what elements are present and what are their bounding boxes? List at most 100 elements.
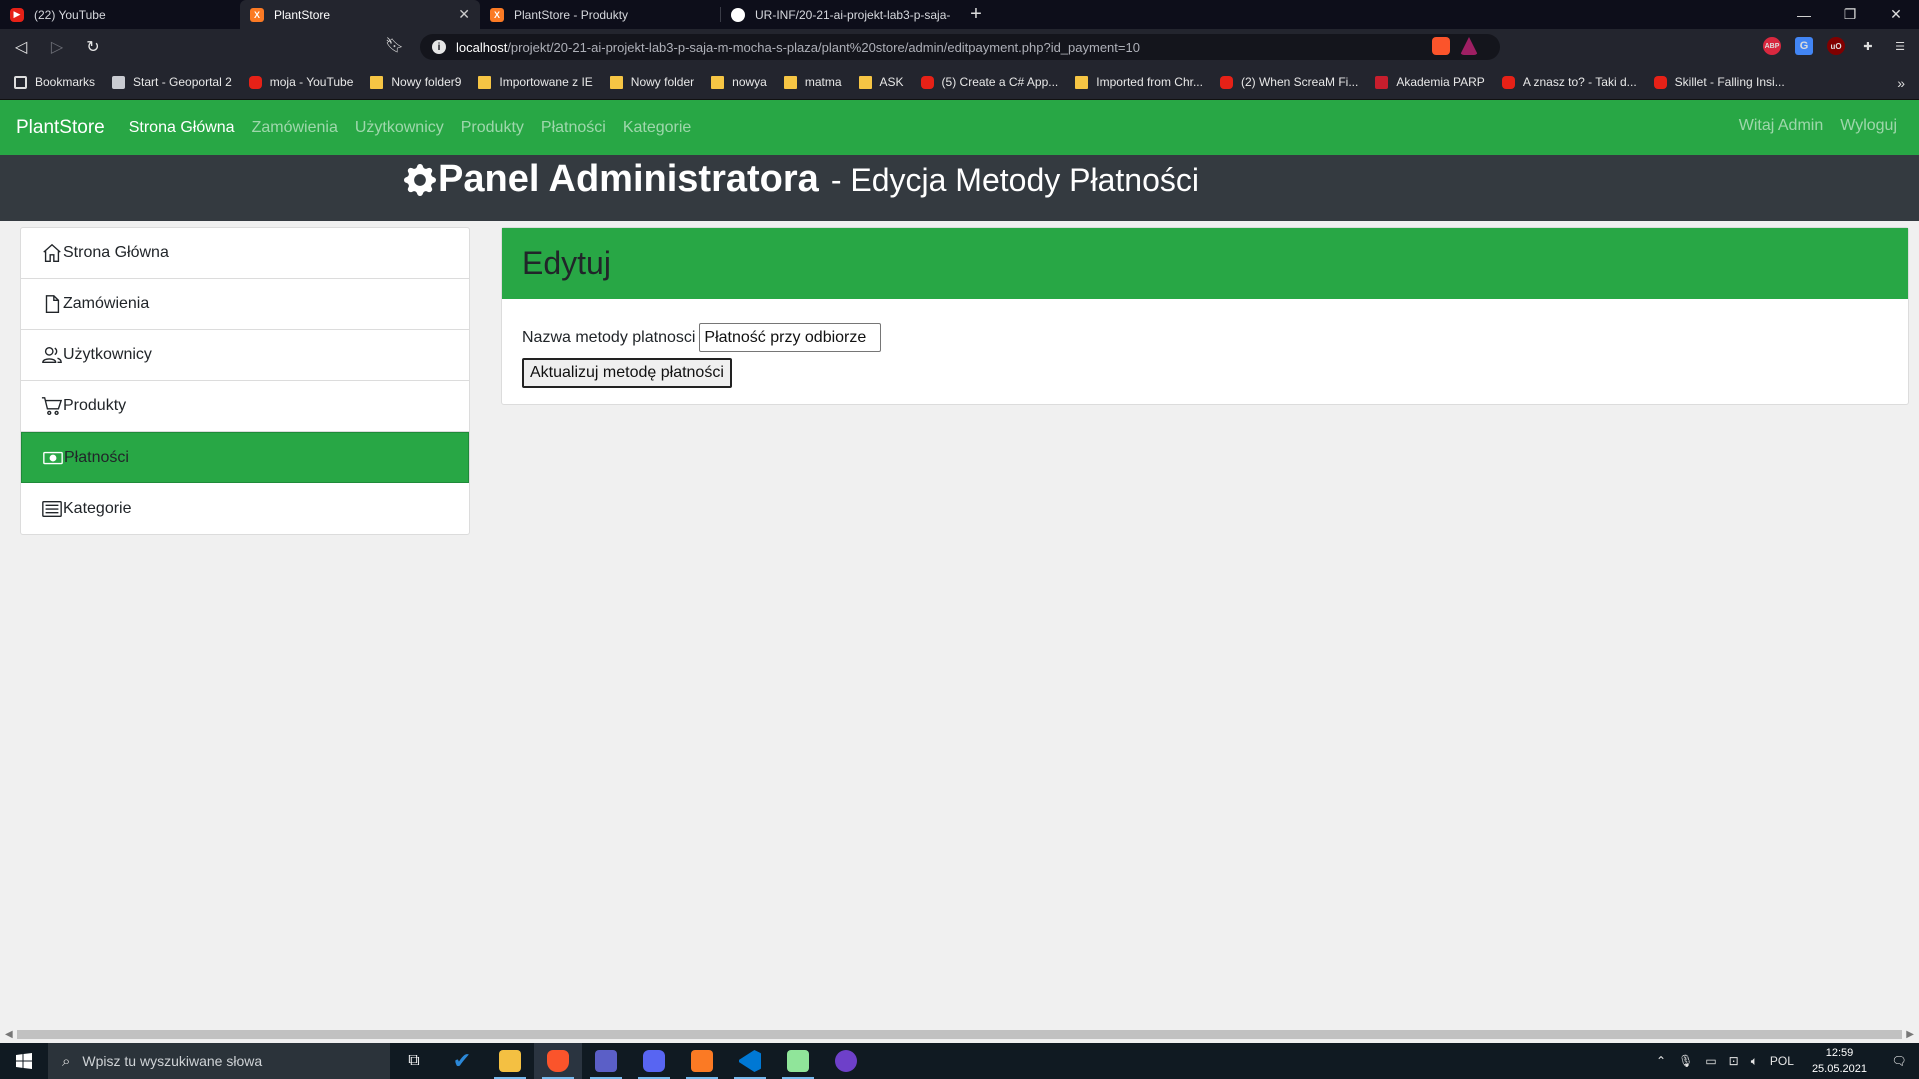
sidebar-item-kategorie[interactable]: Kategorie [21,483,469,534]
discord-icon[interactable] [630,1043,678,1079]
sidebar-item-uzytkownicy[interactable]: Użytkownicy [21,330,469,381]
folder-icon [858,75,872,89]
clock-date: 25.05.2021 [1811,1063,1867,1075]
update-payment-button[interactable]: Aktualizuj metodę płatności [522,358,732,388]
brave-browser-icon[interactable] [534,1043,582,1079]
bookmark-page-icon[interactable]: 🔖︎ [385,36,404,54]
nav-produkty[interactable]: Produkty [461,119,524,137]
nav-strona-glowna[interactable]: Strona Główna [129,119,235,137]
todo-app-icon[interactable]: ✔ [438,1043,486,1079]
tab-github[interactable]: UR-INF/20-21-ai-projekt-lab3-p-saja- [721,0,961,29]
bookmark-item[interactable]: nowya [711,75,767,89]
notepad-plus-icon[interactable] [774,1043,822,1079]
horizontal-scrollbar[interactable]: ◀ ▶ [0,1026,1919,1043]
close-window-icon[interactable]: ✕ [1873,0,1919,29]
brand-link[interactable]: PlantStore [16,117,105,139]
adblock-plus-icon[interactable]: ABP [1763,37,1781,55]
house-icon [43,243,61,262]
more-bookmarks-button[interactable]: » [1897,75,1905,91]
bookmark-item[interactable]: Start - Geoportal 2 [112,75,232,89]
bookmark-item[interactable]: Skillet - Falling Insi... [1653,75,1785,89]
bookmark-label: Nowy folder9 [391,75,462,89]
google-translate-icon[interactable]: G [1795,37,1813,55]
brave-icons [1432,37,1478,55]
close-tab-icon[interactable]: ✕ [458,6,470,23]
welcome-link[interactable]: Witaj Admin [1739,117,1823,135]
minimize-icon[interactable]: — [1781,0,1827,29]
nav-platnosci[interactable]: Płatności [541,119,606,137]
file-icon [45,295,60,313]
sidebar-item-zamowienia[interactable]: Zamówienia [21,279,469,330]
network-icon[interactable]: ⊡ [1729,1054,1739,1068]
scroll-right-icon[interactable]: ▶ [1906,1029,1914,1040]
payment-name-label: Nazwa metody platnosci [522,328,696,346]
scrollbar-thumb[interactable] [17,1030,1902,1039]
tab-plantstore-produkty[interactable]: X PlantStore - Produkty [480,0,720,29]
windows-start-icon[interactable] [0,1043,48,1079]
notification-icon[interactable]: 🗨︎ [1879,1043,1919,1079]
bookmark-item[interactable]: (2) When ScreaM Fi... [1219,75,1358,89]
url-host: localhost [456,39,508,55]
bookmark-item[interactable]: Nowy folder [609,75,694,89]
sidebar-item-platnosci[interactable]: Płatności [21,432,469,483]
taskbar-search[interactable]: ⌕ Wpisz tu wyszukiwane słowa [48,1043,390,1079]
scroll-left-icon[interactable]: ◀ [5,1029,13,1040]
restore-icon[interactable]: ❐ [1827,0,1873,29]
cash-icon [43,451,63,464]
navbar-user-area: Witaj Admin Wyloguj [1739,117,1897,135]
youtube-icon [1501,75,1515,89]
bookmark-item[interactable]: ASK [858,75,904,89]
volume-icon[interactable]: 🔈︎ [1751,1054,1758,1069]
window-controls: — ❐ ✕ [1781,0,1919,29]
forward-icon[interactable]: ▷ [42,32,72,62]
bookmark-item[interactable]: Imported from Chr... [1075,75,1203,89]
bookmark-item[interactable]: Nowy folder9 [370,75,461,89]
clock[interactable]: 12:59 25.05.2021 [1812,1045,1867,1077]
teams-icon[interactable] [582,1043,630,1079]
search-placeholder: Wpisz tu wyszukiwane słowa [82,1053,263,1069]
nav-zamowienia[interactable]: Zamówienia [252,119,338,137]
bookmark-item[interactable]: matma [783,75,842,89]
tab-plantstore[interactable]: X PlantStore ✕ [240,0,480,29]
sidebar-item-strona-glowna[interactable]: Strona Główna [21,228,469,279]
back-icon[interactable]: ◁ [6,32,36,62]
bookmark-item[interactable]: moja - YouTube [248,75,353,89]
tab-youtube[interactable]: ▶ (22) YouTube [0,0,240,29]
nav-kategorie[interactable]: Kategorie [623,119,692,137]
extensions-puzzle-icon[interactable]: ✚ [1859,37,1877,55]
battery-icon[interactable]: ▭ [1705,1054,1716,1068]
bookmark-label: matma [804,75,842,89]
xampp-icon[interactable] [678,1043,726,1079]
menu-icon[interactable]: ☰ [1891,37,1909,55]
bookmark-item[interactable]: A znasz to? - Taki d... [1501,75,1637,89]
task-view-icon[interactable]: ⧉ [390,1043,438,1079]
brave-rewards-icon[interactable] [1460,37,1478,55]
bookmark-label: Importowane z IE [499,75,593,89]
bookmark-item[interactable]: Importowane z IE [478,75,593,89]
logout-link[interactable]: Wyloguj [1840,117,1897,135]
address-bar[interactable]: i localhost/projekt/20-21-ai-projekt-lab… [420,34,1500,60]
brave-shields-icon[interactable] [1432,37,1450,55]
file-explorer-icon[interactable] [486,1043,534,1079]
page-subtitle: - Edycja Metody Płatności [830,162,1199,198]
card-header: Edytuj [502,228,1908,299]
vscode-icon[interactable] [726,1043,774,1079]
nav-uzytkownicy[interactable]: Użytkownicy [355,119,444,137]
payment-name-input[interactable] [699,323,882,352]
github-desktop-icon[interactable] [822,1043,870,1079]
language-indicator[interactable]: POL [1770,1054,1794,1068]
chevron-up-icon[interactable]: ⌃ [1656,1054,1666,1068]
ublock-icon[interactable]: uO [1827,37,1845,55]
bookmark-item[interactable]: Akademia PARP [1375,75,1485,89]
bookmarks-manager[interactable]: Bookmarks [14,75,95,89]
bookmark-label: A znasz to? - Taki d... [1522,75,1637,89]
new-tab-button[interactable]: + [961,0,991,29]
sidebar-item-label: Użytkownicy [63,346,152,363]
microphone-icon[interactable]: 🎙︎ [1678,1054,1693,1068]
folder-icon [783,75,797,89]
bookmark-item[interactable]: (5) Create a C# App... [920,75,1058,89]
edit-card: Edytuj Nazwa metody platnosci Aktualizuj… [501,227,1909,405]
reload-icon[interactable]: ↻ [78,32,108,62]
site-info-icon[interactable]: i [432,40,446,54]
sidebar-item-produkty[interactable]: Produkty [21,381,469,432]
